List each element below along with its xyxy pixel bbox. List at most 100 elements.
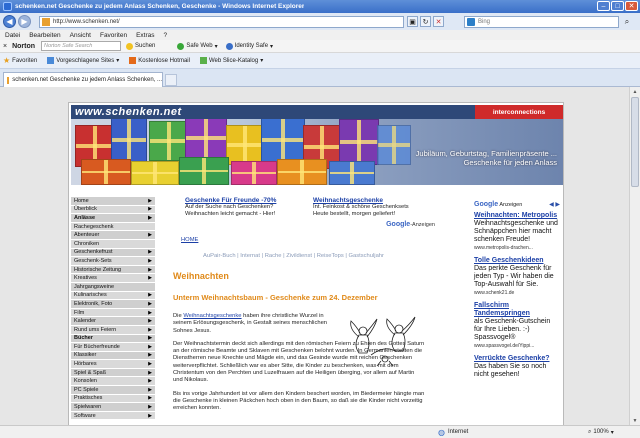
banner-slogan: Jubiläum, Geburtstag, Familienpräsente .… [377, 149, 557, 167]
gift-image [261, 115, 305, 165]
norton-search-input[interactable]: Norton Safe Search [41, 41, 122, 51]
nav-item[interactable]: Abenteuer ▶ [71, 231, 155, 240]
norton-toolbar: × Norton Norton Safe Search Suchen Safe … [0, 40, 640, 53]
search-input[interactable]: Bing [464, 15, 619, 28]
site-logo[interactable]: www.schenken.net [75, 106, 182, 118]
subnav-link[interactable]: Gastschuljahr [349, 253, 384, 259]
nav-item[interactable]: Home ▶ [71, 197, 155, 206]
menu-datei[interactable]: Datei [5, 32, 20, 39]
zoom-control[interactable]: ⌕ 100% ▾ [588, 429, 614, 436]
menu-favoriten[interactable]: Favoriten [100, 32, 127, 39]
ad-title-link[interactable]: Fallschirm Tandemspringen [474, 302, 560, 318]
menu-ansicht[interactable]: Ansicht [70, 32, 91, 39]
chevron-down-icon: ▾ [116, 58, 120, 64]
paragraph: Bis ins vorige Jahrhundert ist vor allem… [173, 390, 425, 412]
close-button[interactable]: ✕ [625, 1, 638, 11]
nav-item[interactable]: Software ▶ [71, 411, 155, 421]
subnav-link[interactable]: AuPair-Buch [203, 253, 236, 259]
nav-item[interactable]: Chroniken [71, 239, 155, 249]
ad-title-link[interactable]: Tolle Geschenkideen [474, 257, 560, 265]
scroll-up-icon[interactable]: ▲ [630, 87, 640, 96]
scroll-down-icon[interactable]: ▼ [630, 416, 640, 425]
tab-schenken[interactable]: schenken.net Geschenke zu jedem Anlass S… [3, 72, 163, 87]
maximize-button[interactable]: □ [611, 1, 624, 11]
ad-title-link[interactable]: Geschenke Für Freunde -70% [185, 197, 307, 204]
chevron-right-icon: ▶ [148, 197, 152, 204]
nav-item[interactable]: Kreatives ▶ [71, 274, 155, 283]
nav-item[interactable]: Elektronik, Foto ▶ [71, 300, 155, 309]
home-link[interactable]: HOME [181, 237, 198, 243]
fav-item-hotmail[interactable]: Kostenlose Hotmail [129, 57, 190, 64]
ad-title-link[interactable]: Weihnachtsgeschenke [313, 197, 435, 204]
fav-item-webslice[interactable]: Web Slice-Katalog ▾ [199, 57, 263, 64]
nav-item-label: Anlässe [74, 214, 96, 221]
google-ads-label[interactable]: Google-Anzeigen [386, 221, 435, 228]
search-icon[interactable]: ⌕ [621, 16, 633, 28]
ad-description: als Geschenk-Gutschein für Ihre Lieben. … [474, 318, 551, 341]
nav-item[interactable]: Film ▶ [71, 308, 155, 318]
subnav-link[interactable]: Internat [240, 253, 260, 259]
refresh-icon[interactable]: ↻ [420, 16, 431, 27]
next-ad-icon[interactable]: ▶ [555, 202, 560, 208]
gift-image [131, 161, 179, 185]
menu-bearbeiten[interactable]: Bearbeiten [29, 32, 60, 39]
compatibility-icon[interactable]: ▣ [407, 16, 418, 27]
url-field[interactable]: http://www.schenken.net/ [39, 15, 404, 28]
menu-help[interactable]: ? [164, 32, 168, 39]
identity-safe-button[interactable]: Identity Safe ▾ [225, 42, 274, 50]
ad-title-link[interactable]: Weihnachten: Metropolis [474, 212, 560, 220]
subnav-link[interactable]: ReiseTops [317, 253, 344, 259]
nav-item[interactable]: Konsolen ▶ [71, 377, 155, 387]
scrollbar-thumb[interactable] [631, 97, 639, 187]
nav-item-label: Für Bücherfreunde [74, 343, 120, 350]
menu-extras[interactable]: Extras [136, 32, 154, 39]
subnav-link[interactable]: Rache [265, 253, 282, 259]
nav-item[interactable]: Historische Zeitung ▶ [71, 265, 155, 275]
norton-search-button[interactable]: Suchen [126, 42, 155, 50]
security-zone[interactable]: ◍ Internet [438, 428, 468, 437]
nav-item[interactable]: Praktisches ▶ [71, 394, 155, 404]
minimize-button[interactable]: – [597, 1, 610, 11]
prev-ad-icon[interactable]: ◀ [549, 202, 554, 208]
chevron-down-icon: ▾ [610, 429, 614, 436]
favorites-button[interactable]: ★ Favoriten [3, 56, 37, 65]
nav-item[interactable]: Jahrgangsweine [71, 282, 155, 292]
nav-item-label: Konsolen [74, 378, 97, 385]
nav-item[interactable]: Geschenkefrust ▶ [71, 248, 155, 258]
nav-item-label: Jahrgangsweine [74, 283, 115, 290]
gift-image [81, 159, 131, 185]
safe-web-button[interactable]: Safe Web ▾ [177, 42, 218, 50]
nav-item[interactable]: Rachegeschenk [71, 222, 155, 232]
chevron-right-icon: ▶ [148, 300, 152, 307]
chevron-down-icon: ▾ [270, 43, 274, 50]
slogan-line: Jubiläum, Geburtstag, Familienpräsente .… [415, 149, 557, 158]
ad-title-link[interactable]: Verrückte Geschenke? [474, 355, 560, 363]
nav-item[interactable]: Rund ums Feiern ▶ [71, 325, 155, 335]
right-ad: Fallschirm Tandemspringen als Geschenk-Gu… [474, 302, 560, 349]
fav-item-suggested[interactable]: Vorgeschlagene Sites ▾ [47, 57, 119, 64]
interconnections-badge[interactable]: interconnections [475, 105, 563, 119]
nav-item[interactable]: Bücher ▶ [71, 334, 155, 344]
nav-item[interactable]: Anlässe ▶ [71, 214, 155, 223]
nav-item[interactable]: Spiel & Spaß ▶ [71, 368, 155, 378]
nav-item[interactable]: Überblick ▶ [71, 205, 155, 215]
vertical-scrollbar[interactable]: ▲ ▼ [629, 87, 640, 425]
nav-item[interactable]: PC Spiele ▶ [71, 386, 155, 395]
google-ads-label[interactable]: Google Anzeigen [474, 201, 522, 208]
nav-item[interactable]: Geschenk-Sets ▶ [71, 257, 155, 266]
nav-item-label: Spiel & Spaß [74, 369, 107, 376]
new-tab-button[interactable] [165, 74, 177, 86]
nav-item[interactable]: Klassiker ▶ [71, 351, 155, 361]
nav-item[interactable]: Kulinarisches ▶ [71, 291, 155, 301]
subnav-link[interactable]: Zivildienst [286, 253, 312, 259]
close-toolbar-icon[interactable]: × [3, 43, 7, 50]
nav-item[interactable]: Für Bücherfreunde ▶ [71, 343, 155, 352]
stop-icon[interactable]: ✕ [433, 16, 444, 27]
back-button[interactable]: ◀ [3, 15, 16, 28]
forward-button[interactable]: ▶ [18, 15, 31, 28]
weihnachtsgeschenke-link[interactable]: Weihnachtsgeschenke [183, 313, 241, 319]
nav-item[interactable]: Kalender ▶ [71, 317, 155, 326]
nav-item[interactable]: Spielwaren ▶ [71, 403, 155, 412]
google-logo: Google [474, 201, 499, 208]
nav-item[interactable]: Hörbares ▶ [71, 360, 155, 369]
